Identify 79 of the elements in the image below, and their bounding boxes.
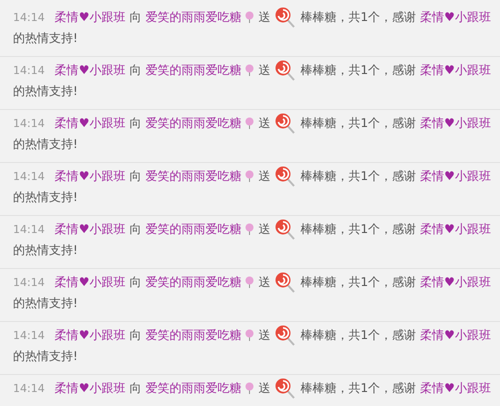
user-link[interactable]: 柔情♥小跟班 (420, 62, 491, 78)
message-time: 14:14 (13, 64, 45, 76)
message-text: 向 (129, 274, 142, 290)
lollipop-icon (274, 218, 296, 240)
lollipop-icon (274, 6, 296, 28)
message-text: 的热情支持! (13, 348, 78, 364)
message-text: 的热情支持! (13, 242, 78, 258)
message-time: 14:14 (13, 276, 45, 288)
lollipop-icon (274, 324, 296, 346)
user-link[interactable]: 柔情♥小跟班 (54, 8, 126, 26)
lollipop-icon (274, 112, 296, 134)
balloon-icon (245, 117, 254, 129)
user-link[interactable]: 柔情♥小跟班 (420, 274, 491, 290)
user-link[interactable]: 爱笑的雨雨爱吃糖 (145, 274, 242, 290)
user-link[interactable]: 柔情♥小跟班 (54, 114, 126, 132)
message-text: 棒棒糖，共1个，感谢 (300, 326, 416, 344)
message-time: 14:14 (13, 328, 45, 342)
user-link[interactable]: 柔情♥小跟班 (54, 168, 126, 184)
message-text: 棒棒糖，共1个，感谢 (300, 168, 416, 184)
user-link[interactable]: 柔情♥小跟班 (420, 8, 491, 26)
message-text: 的热情支持! (13, 188, 78, 206)
balloon-icon (245, 223, 254, 235)
message-text: 的热情支持! (13, 30, 78, 46)
balloon-icon (245, 382, 254, 394)
user-link[interactable]: 柔情♥小跟班 (420, 380, 491, 396)
message-text: 的热情支持! (13, 82, 78, 100)
balloon-icon (245, 64, 254, 76)
message-time: 14:14 (13, 382, 45, 394)
user-link[interactable]: 柔情♥小跟班 (420, 220, 491, 238)
user-link[interactable]: 柔情♥小跟班 (54, 380, 126, 396)
message-text: 送 (258, 168, 270, 184)
message-text: 送 (258, 380, 270, 396)
message-text: 送 (258, 62, 270, 78)
user-link[interactable]: 柔情♥小跟班 (420, 168, 491, 184)
balloon-icon (245, 276, 254, 288)
message-time: 14:14 (13, 170, 45, 182)
user-link[interactable]: 爱笑的雨雨爱吃糖 (145, 8, 242, 26)
message-text: 送 (258, 326, 270, 344)
user-link[interactable]: 柔情♥小跟班 (54, 274, 126, 290)
message-text: 向 (129, 380, 142, 396)
message-text: 向 (129, 220, 142, 238)
user-link[interactable]: 爱笑的雨雨爱吃糖 (145, 168, 242, 184)
user-link[interactable]: 柔情♥小跟班 (54, 326, 126, 344)
user-link[interactable]: 爱笑的雨雨爱吃糖 (145, 326, 242, 344)
message-text: 棒棒糖，共1个，感谢 (300, 114, 416, 132)
user-link[interactable]: 柔情♥小跟班 (54, 62, 126, 78)
lollipop-icon (274, 165, 296, 187)
user-link[interactable]: 爱笑的雨雨爱吃糖 (145, 62, 242, 78)
message-time: 14:14 (13, 222, 45, 236)
message-text: 送 (258, 114, 270, 132)
message-text: 向 (129, 8, 142, 26)
message-text: 棒棒糖，共1个，感谢 (300, 62, 416, 78)
message-text: 向 (129, 168, 142, 184)
message-text: 送 (258, 220, 270, 238)
lollipop-icon (274, 271, 296, 293)
message-text: 棒棒糖，共1个，感谢 (300, 380, 416, 396)
balloon-icon (245, 329, 254, 341)
lollipop-icon (274, 377, 296, 399)
message-text: 的热情支持! (13, 294, 78, 312)
message-time: 14:14 (13, 10, 45, 24)
lollipop-icon (274, 59, 296, 81)
message-text: 棒棒糖，共1个，感谢 (300, 274, 416, 290)
message-text: 的热情支持! (13, 136, 78, 152)
user-link[interactable]: 柔情♥小跟班 (420, 326, 491, 344)
user-link[interactable]: 爱笑的雨雨爱吃糖 (145, 114, 242, 132)
message-text: 向 (129, 326, 142, 344)
user-link[interactable]: 爱笑的雨雨爱吃糖 (145, 220, 242, 238)
message-text: 送 (258, 274, 270, 290)
message-text: 向 (129, 114, 142, 132)
user-link[interactable]: 柔情♥小跟班 (420, 114, 491, 132)
message-text: 棒棒糖，共1个，感谢 (300, 220, 416, 238)
user-link[interactable]: 柔情♥小跟班 (54, 220, 126, 238)
balloon-icon (245, 170, 254, 182)
message-text: 送 (258, 8, 270, 26)
message-text: 向 (129, 62, 142, 78)
balloon-icon (245, 11, 254, 23)
message-text: 棒棒糖，共1个，感谢 (300, 8, 416, 26)
message-time: 14:14 (13, 116, 45, 130)
user-link[interactable]: 爱笑的雨雨爱吃糖 (145, 380, 242, 396)
